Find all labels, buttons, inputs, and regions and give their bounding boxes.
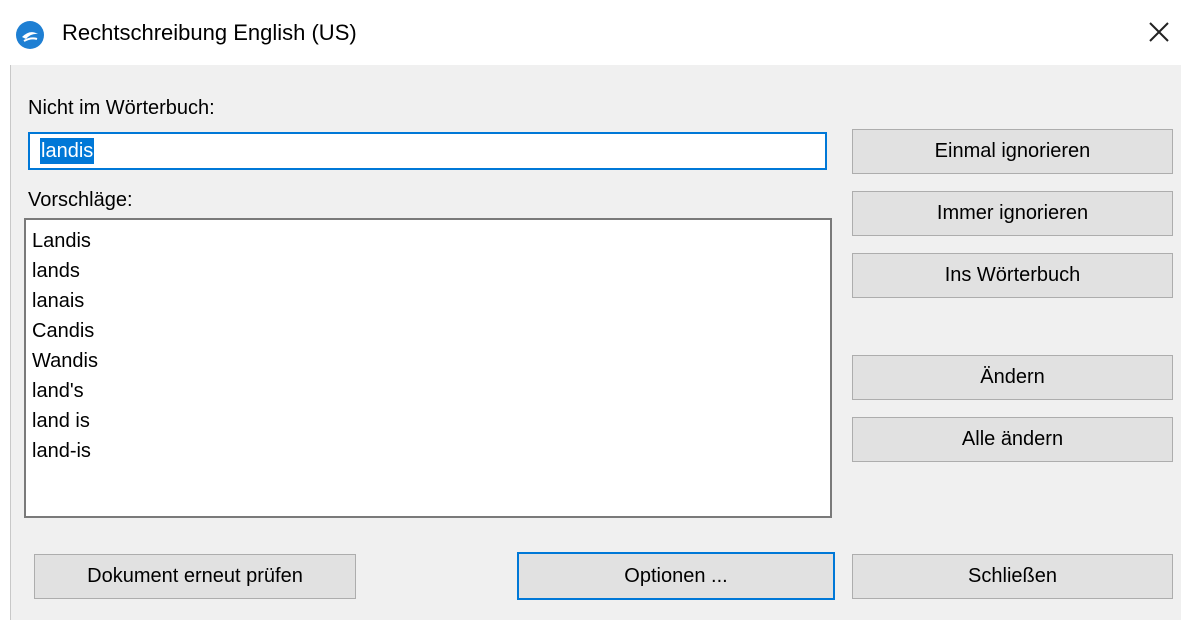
list-item[interactable]: Wandis <box>32 346 830 376</box>
ignore-all-button[interactable]: Immer ignorieren <box>852 191 1173 236</box>
change-all-button[interactable]: Alle ändern <box>852 417 1173 462</box>
dialog-body: Nicht im Wörterbuch: landis Vorschläge: … <box>10 65 1181 620</box>
recheck-document-button[interactable]: Dokument erneut prüfen <box>34 554 356 599</box>
spellcheck-dialog: Rechtschreibung English (US) Nicht im Wö… <box>0 0 1181 620</box>
close-icon <box>1149 22 1169 42</box>
not-in-dictionary-label: Nicht im Wörterbuch: <box>28 97 215 119</box>
title-bar: Rechtschreibung English (US) <box>0 0 1181 65</box>
add-to-dictionary-button[interactable]: Ins Wörterbuch <box>852 253 1173 298</box>
list-item[interactable]: land is <box>32 406 830 436</box>
suggestions-label: Vorschläge: <box>28 189 133 211</box>
suggestions-list[interactable]: Landis lands lanais Candis Wandis land's… <box>24 218 832 518</box>
list-item[interactable]: lanais <box>32 286 830 316</box>
ignore-once-button[interactable]: Einmal ignorieren <box>852 129 1173 174</box>
list-item[interactable]: Candis <box>32 316 830 346</box>
list-item[interactable]: Landis <box>32 226 830 256</box>
not-in-dictionary-input[interactable]: landis <box>28 132 827 170</box>
options-button[interactable]: Optionen ... <box>517 552 835 600</box>
app-icon <box>15 20 45 50</box>
list-item[interactable]: lands <box>32 256 830 286</box>
list-item[interactable]: land's <box>32 376 830 406</box>
list-item[interactable]: land-is <box>32 436 830 466</box>
change-button[interactable]: Ändern <box>852 355 1173 400</box>
close-window-button[interactable] <box>1140 14 1178 50</box>
close-button[interactable]: Schließen <box>852 554 1173 599</box>
window-title: Rechtschreibung English (US) <box>62 20 357 45</box>
misspelled-word: landis <box>40 138 95 164</box>
